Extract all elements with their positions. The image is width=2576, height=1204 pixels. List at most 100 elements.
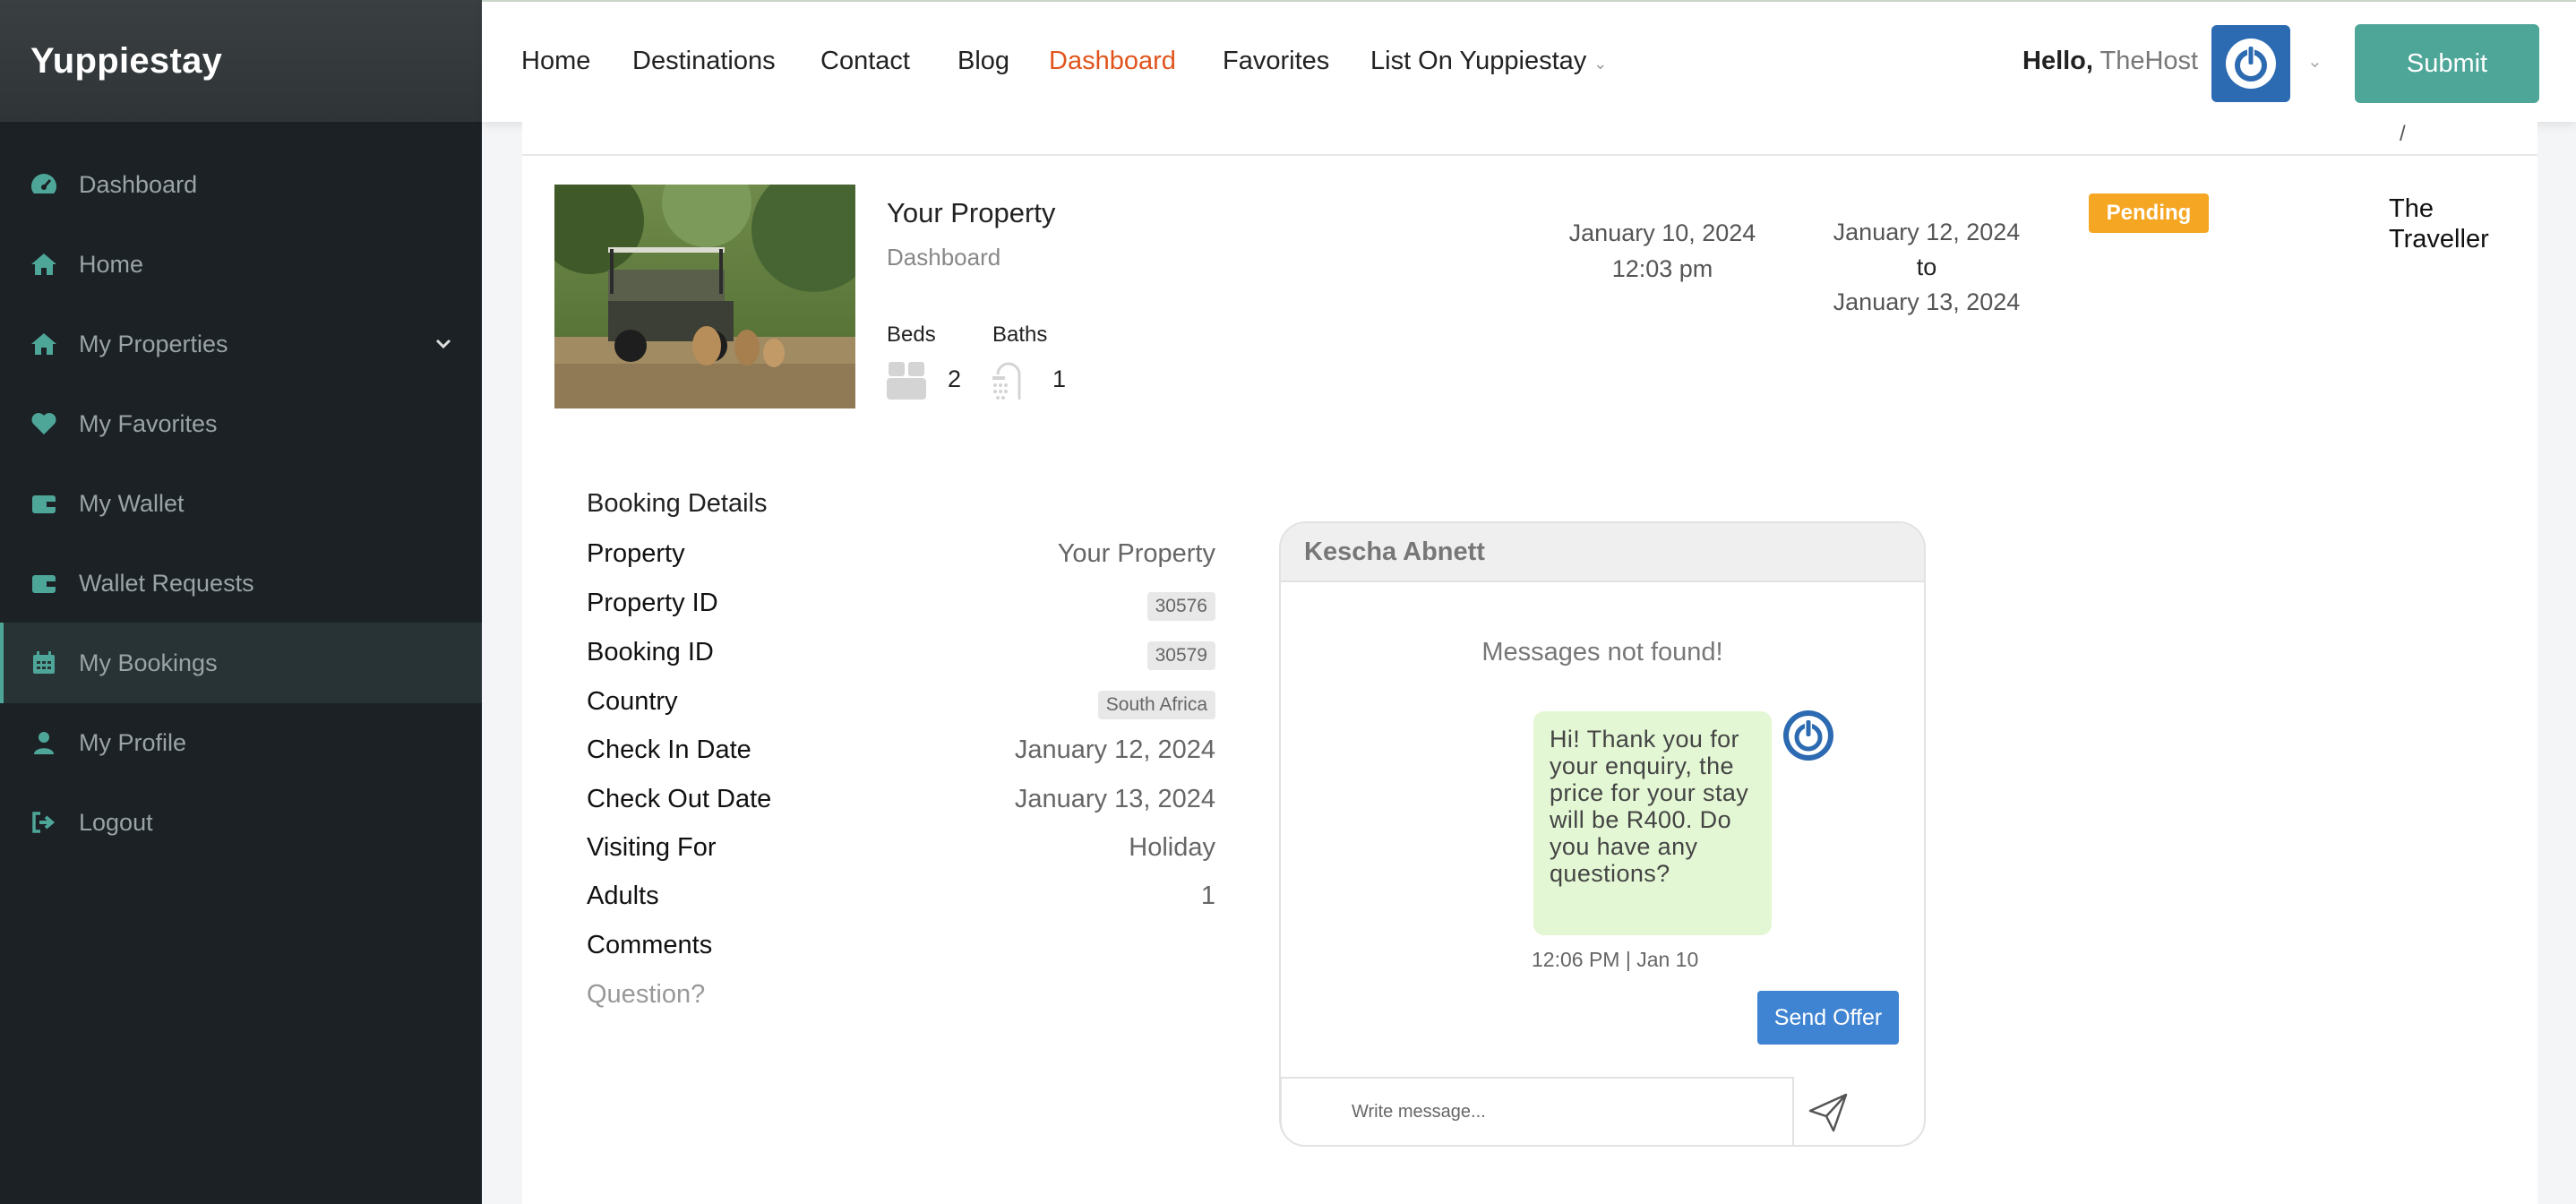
nav-contact[interactable]: Contact — [820, 47, 910, 76]
created-time: 12:03 pm — [1611, 255, 1713, 282]
detail-row-country: Country South Africa — [587, 687, 1215, 732]
beds-count: 2 — [948, 366, 962, 392]
sidebar-item-label: My Wallet — [79, 489, 185, 517]
detail-row-property: Property Your Property — [587, 539, 1215, 584]
sidebar-item-label: My Bookings — [79, 649, 218, 676]
sidebar-item-label: My Favorites — [79, 409, 218, 437]
home-icon — [29, 329, 59, 359]
sidebar: Yuppiestay Dashboard Home My Properties … — [0, 0, 482, 1204]
message-bubble: Hi! Thank you for your enquiry, the pric… — [1533, 711, 1772, 935]
sidebar-item-label: Wallet Requests — [79, 569, 254, 597]
guest-name-line1: The — [2389, 194, 2434, 223]
greeting-text: Hello, — [2022, 47, 2093, 75]
nav-favorites[interactable]: Favorites — [1223, 47, 1329, 76]
username: TheHost — [2099, 47, 2199, 75]
sidebar-item-my-wallet[interactable]: My Wallet — [0, 463, 482, 544]
detail-value: January 13, 2024 — [1014, 785, 1215, 813]
nav-list-label: List On Yuppiestay — [1370, 47, 1587, 75]
detail-key: Property — [587, 539, 685, 568]
nav-blog[interactable]: Blog — [957, 47, 1009, 76]
baths-label: Baths — [992, 322, 1048, 347]
comment-text: Question? — [587, 980, 706, 1009]
detail-key: Adults — [587, 882, 659, 910]
detail-badge: South Africa — [1097, 691, 1215, 719]
sidebar-item-label: My Properties — [79, 330, 228, 357]
detail-key: Comments — [587, 931, 713, 959]
user-avatar[interactable] — [2211, 25, 2290, 102]
home-icon — [29, 249, 59, 280]
bed-icon — [887, 362, 926, 404]
submit-button[interactable]: Submit — [2355, 24, 2539, 103]
nav-home[interactable]: Home — [521, 47, 590, 76]
detail-key: Check Out Date — [587, 785, 772, 813]
nav-destinations[interactable]: Destinations — [632, 47, 776, 76]
brand-logo[interactable]: Yuppiestay — [0, 0, 482, 122]
chat-contact-name: Kescha Abnett — [1281, 523, 1924, 582]
sidebar-item-label: Logout — [79, 808, 153, 836]
send-icon[interactable] — [1807, 1091, 1850, 1134]
property-title[interactable]: Your Property — [887, 197, 1055, 229]
chevron-down-icon: ⌄ — [1593, 55, 1608, 73]
property-thumbnail[interactable] — [554, 185, 855, 408]
detail-key: Property ID — [587, 589, 718, 617]
nav-dashboard[interactable]: Dashboard — [1049, 47, 1176, 76]
booking-date-range: January 12, 2024 to January 13, 2024 — [1825, 215, 2029, 320]
range-to: to — [1916, 254, 1937, 280]
baths-count: 1 — [1052, 366, 1067, 392]
sidebar-item-my-bookings[interactable]: My Bookings — [0, 623, 482, 703]
detail-key: Booking ID — [587, 638, 714, 666]
detail-key: Country — [587, 687, 678, 716]
detail-row-property-id: Property ID 30576 — [587, 589, 1215, 633]
detail-row-check-in: Check In Date January 12, 2024 — [587, 735, 1215, 780]
detail-badge: 30579 — [1146, 641, 1215, 670]
nav-list-on-yuppiestay[interactable]: List On Yuppiestay ⌄ — [1370, 47, 1607, 76]
detail-badge: 30576 — [1146, 592, 1215, 621]
detail-row-booking-id: Booking ID 30579 — [587, 638, 1215, 683]
sidebar-item-home[interactable]: Home — [0, 224, 482, 305]
divider — [522, 154, 2537, 156]
scrolled-text-fragment: / — [2400, 122, 2406, 146]
detail-key: Check In Date — [587, 735, 751, 764]
detail-row-visiting-for: Visiting For Holiday — [587, 833, 1215, 878]
calendar-icon — [29, 648, 59, 678]
check-in-date: January 12, 2024 — [1833, 219, 2021, 245]
wallet-icon — [29, 488, 59, 519]
shower-icon — [992, 360, 1034, 406]
detail-value: 1 — [1200, 882, 1215, 910]
beds-label: Beds — [887, 322, 936, 347]
sidebar-item-wallet-requests[interactable]: Wallet Requests — [0, 543, 482, 624]
sidebar-item-my-properties[interactable]: My Properties — [0, 304, 482, 384]
check-out-date: January 13, 2024 — [1833, 288, 2021, 315]
user-greeting: Hello, TheHost — [2022, 47, 2198, 76]
detail-value: Holiday — [1129, 833, 1215, 862]
chat-panel: Kescha Abnett Messages not found! Hi! Th… — [1279, 521, 1926, 1147]
detail-row-comments: Comments — [587, 931, 1215, 976]
sidebar-item-my-favorites[interactable]: My Favorites — [0, 383, 482, 464]
sidebar-item-dashboard[interactable]: Dashboard — [0, 144, 482, 225]
detail-key: Visiting For — [587, 833, 717, 862]
message-input[interactable] — [1280, 1077, 1794, 1147]
guest-name-line2: Traveller — [2389, 225, 2489, 254]
heart-icon — [29, 408, 59, 439]
detail-value: Your Property — [1057, 539, 1215, 568]
chevron-down-icon[interactable] — [435, 334, 451, 355]
created-date: January 10, 2024 — [1568, 219, 1756, 246]
detail-row-check-out: Check Out Date January 13, 2024 — [587, 785, 1215, 830]
dashboard-gauge-icon — [29, 169, 59, 200]
sidebar-item-logout[interactable]: Logout — [0, 782, 482, 863]
send-offer-button[interactable]: Send Offer — [1757, 991, 1899, 1045]
wallet-icon — [29, 568, 59, 598]
sidebar-item-label: Home — [79, 250, 144, 278]
booking-details-title: Booking Details — [587, 489, 768, 518]
status-badge: Pending — [2089, 194, 2209, 233]
power-icon — [1782, 710, 1834, 761]
chevron-down-icon[interactable]: ⌄ — [2307, 50, 2323, 73]
sidebar-item-label: My Profile — [79, 728, 187, 756]
message-timestamp: 12:06 PM | Jan 10 — [1532, 948, 1699, 971]
user-icon — [29, 727, 59, 758]
guest-name: The Traveller — [2389, 194, 2489, 254]
booking-card: / Your Property Dashboard Beds Baths 2 1… — [522, 122, 2537, 1204]
property-subtitle: Dashboard — [887, 244, 1001, 271]
detail-row-adults: Adults 1 — [587, 882, 1215, 926]
sidebar-item-my-profile[interactable]: My Profile — [0, 702, 482, 783]
